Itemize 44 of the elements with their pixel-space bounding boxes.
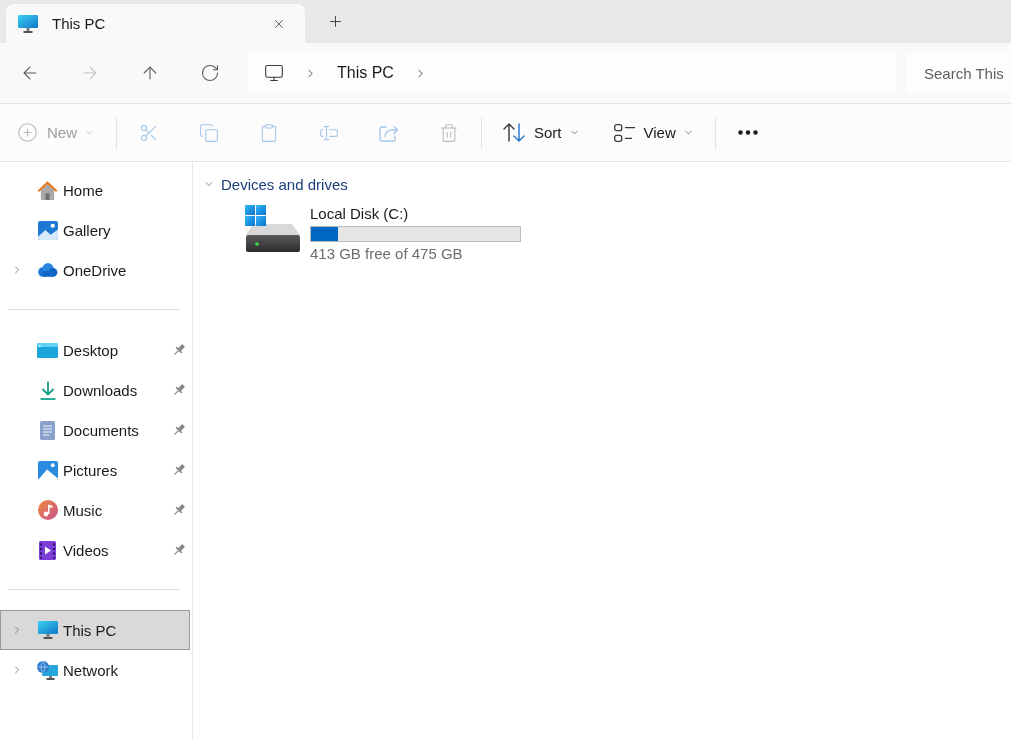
breadcrumb[interactable]: This PC <box>337 64 394 82</box>
more-icon <box>737 130 758 135</box>
sidebar-item[interactable]: This PC <box>0 610 190 650</box>
share-icon <box>379 123 399 142</box>
sidebar-item[interactable]: Home <box>0 170 190 210</box>
sidebar-item[interactable]: Music <box>0 490 190 530</box>
house-icon <box>37 180 58 200</box>
refresh-icon <box>200 63 220 83</box>
document-icon <box>40 420 55 440</box>
sort-arrows-icon <box>503 123 525 142</box>
sort-button[interactable]: Sort <box>494 112 589 153</box>
monitor-icon <box>18 14 38 33</box>
free-space-text: 413 GB free of 475 GB <box>310 245 464 263</box>
film-icon <box>39 540 56 560</box>
trash-icon <box>439 122 459 143</box>
list-view-icon <box>613 123 635 142</box>
drive-name: Local Disk (C:) <box>310 205 410 223</box>
sidebar-item[interactable]: Documents <box>0 410 190 450</box>
tab[interactable]: This PC <box>6 4 305 43</box>
image-icon <box>37 220 58 240</box>
cloud-icon <box>37 263 58 277</box>
download-icon <box>39 380 56 400</box>
drive-icon <box>245 205 301 252</box>
search-field[interactable]: Search This <box>906 53 1011 93</box>
globe-monitor-icon <box>37 660 58 680</box>
image-icon <box>37 460 58 480</box>
sidebar-item[interactable]: Videos <box>0 530 190 570</box>
copy-icon <box>199 122 219 143</box>
view-button[interactable]: View <box>604 112 703 153</box>
address-bar[interactable]: This PC <box>247 53 896 93</box>
plus-circle-icon <box>17 122 38 143</box>
clipboard-icon <box>259 122 279 143</box>
sidebar-item[interactable]: OneDrive <box>0 250 190 290</box>
screen-icon <box>37 342 58 358</box>
sidebar-item[interactable]: Network <box>0 650 190 690</box>
group-header[interactable]: Devices and drives <box>203 172 348 196</box>
sidebar-item[interactable]: Desktop <box>0 330 190 370</box>
monitor-icon <box>264 63 284 83</box>
monitor-icon <box>37 621 58 639</box>
music-note-icon <box>37 500 58 520</box>
sidebar-item[interactable]: Downloads <box>0 370 190 410</box>
sidebar-item[interactable]: Pictures <box>0 450 190 490</box>
scissors-icon <box>139 122 159 143</box>
sidebar-item[interactable]: Gallery <box>0 210 190 250</box>
